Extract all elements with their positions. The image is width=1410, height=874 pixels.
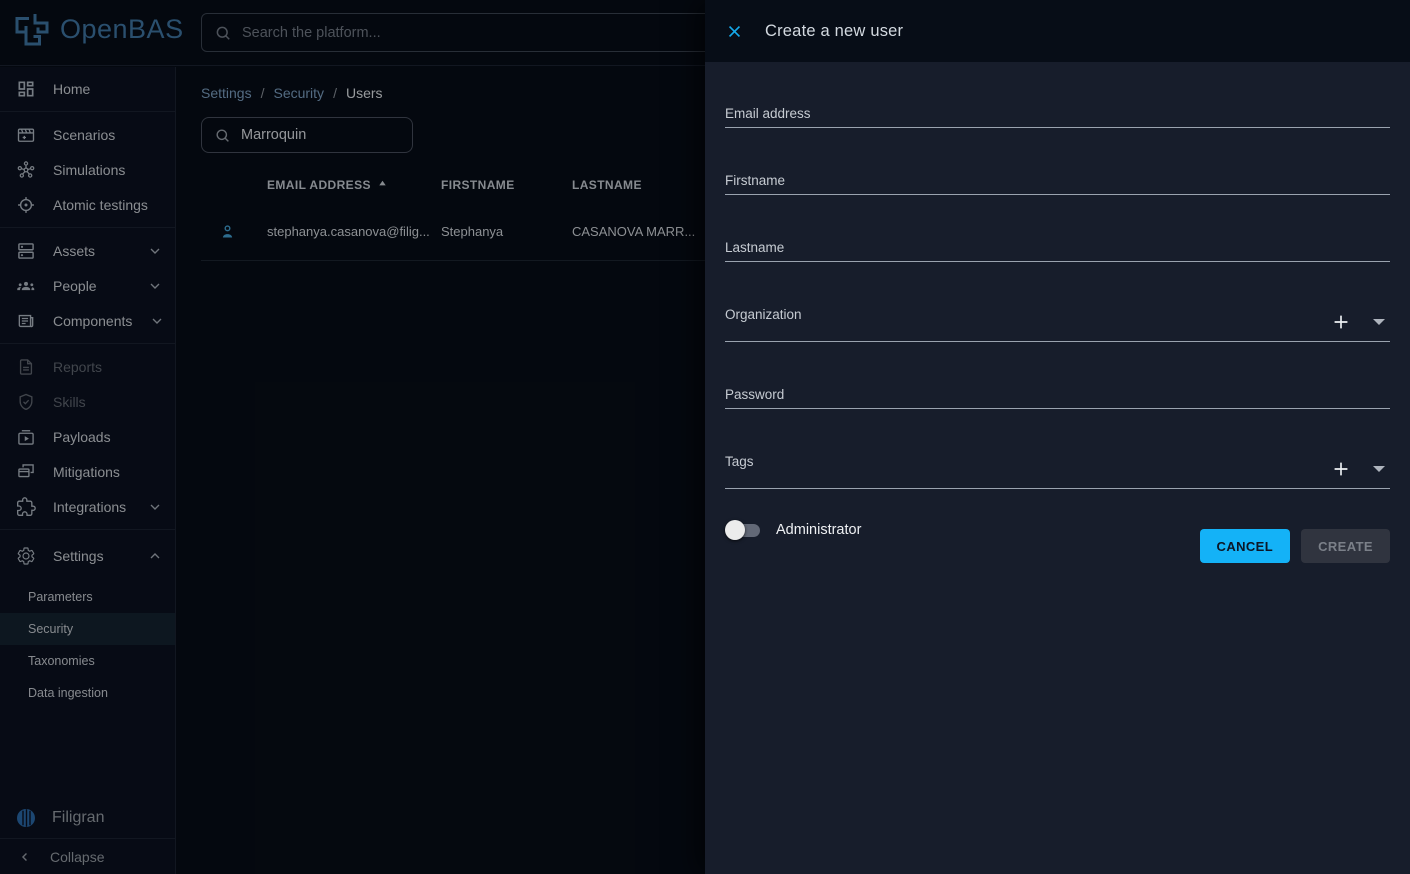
create-user-drawer: Create a new user Email address Firstnam… [705,0,1410,874]
drawer-backdrop[interactable] [0,0,705,874]
input-underline [725,408,1390,409]
drawer-header: Create a new user [705,0,1410,62]
form-actions: CANCEL CREATE [1200,529,1390,563]
firstname-label: Firstname [725,173,1390,188]
input-underline [725,261,1390,262]
cancel-button[interactable]: CANCEL [1200,529,1291,563]
input-underline [725,127,1390,128]
tags-adornments [1330,458,1390,480]
drawer-title: Create a new user [765,22,903,41]
tags-dropdown-caret[interactable] [1373,466,1385,472]
lastname-field[interactable]: Lastname [725,240,1390,262]
organization-field[interactable]: Organization [725,307,1390,342]
plus-icon [1330,458,1352,480]
organization-adornments [1330,311,1390,333]
administrator-label: Administrator [776,522,861,538]
password-label: Password [725,387,1390,402]
input-underline [725,194,1390,195]
email-field[interactable]: Email address [725,106,1390,128]
create-user-form: Email address Firstname Lastname Organiz… [705,62,1410,563]
password-field[interactable]: Password [725,387,1390,409]
add-organization-button[interactable] [1330,311,1352,333]
close-icon [726,23,743,40]
plus-icon [1330,311,1352,333]
close-drawer-button[interactable] [720,17,748,45]
openbas-app: OpenBAS Home Scenarios Simulations [0,0,1410,874]
administrator-toggle[interactable] [725,519,763,541]
toggle-thumb [725,520,745,540]
administrator-toggle-wrap: Administrator [725,519,861,541]
tags-field[interactable]: Tags [725,454,1390,489]
add-tag-button[interactable] [1330,458,1352,480]
tags-label: Tags [725,454,1390,469]
email-label: Email address [725,106,1390,121]
firstname-field[interactable]: Firstname [725,173,1390,195]
lastname-label: Lastname [725,240,1390,255]
form-footer: Administrator CANCEL CREATE [725,517,1390,563]
create-button[interactable]: CREATE [1301,529,1390,563]
organization-label: Organization [725,307,1390,322]
input-underline [725,341,1390,342]
input-underline [725,488,1390,489]
organization-dropdown-caret[interactable] [1373,319,1385,325]
